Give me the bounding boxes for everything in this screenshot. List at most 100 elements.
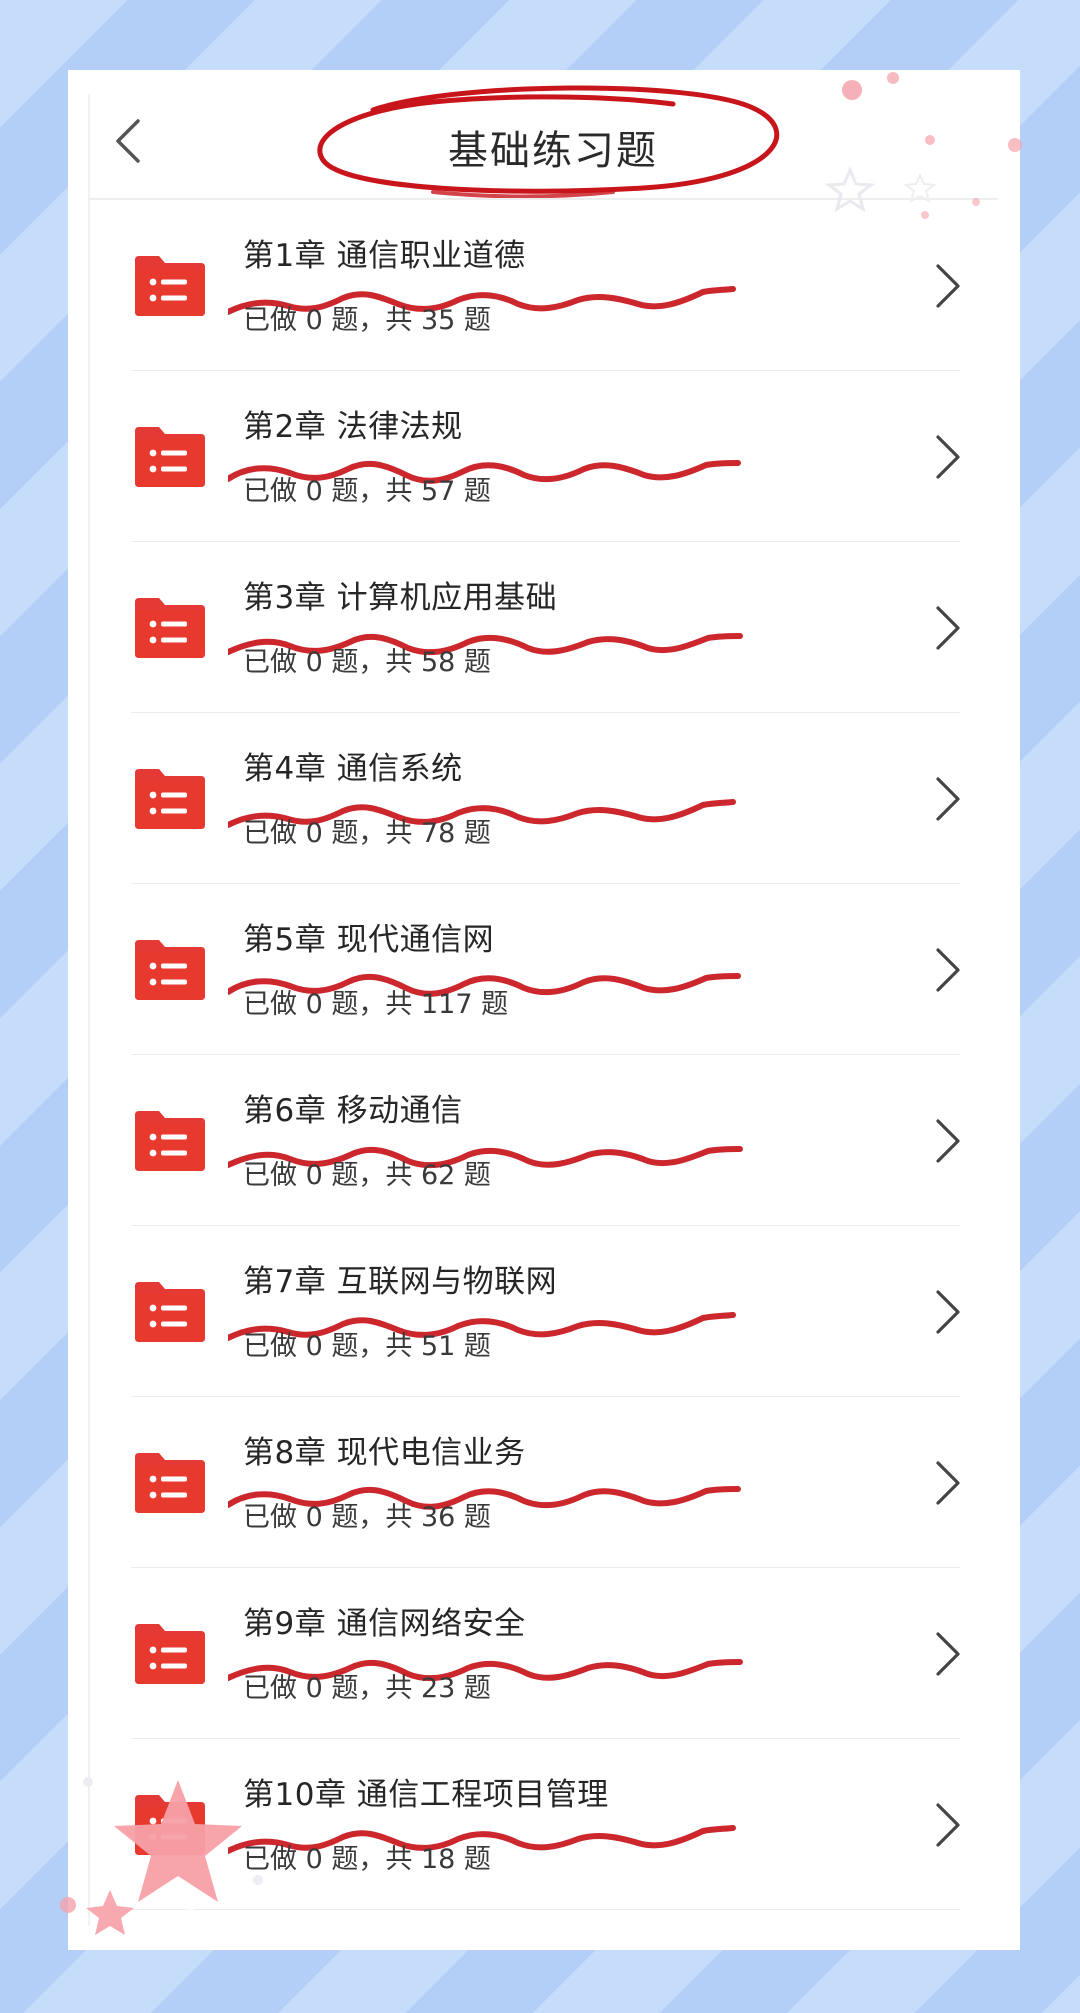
total-unit: 题 xyxy=(481,989,509,1020)
chevron-right-icon xyxy=(936,606,960,650)
chapter-row[interactable]: 第10章 通信工程项目管理 已做 0 题，共 18 题 xyxy=(68,1739,1020,1910)
folder-list-icon xyxy=(135,1624,205,1684)
chapter-row[interactable]: 第3章 计算机应用基础 已做 0 题，共 58 题 xyxy=(68,542,1020,713)
total-count: 36 xyxy=(420,1502,456,1533)
done-prefix: 已做 xyxy=(243,1502,297,1533)
chapter-progress: 已做 0 题，共 36 题 xyxy=(243,1495,491,1534)
total-unit: 题 xyxy=(463,1331,491,1362)
folder-list-icon xyxy=(135,1795,205,1855)
total-unit: 题 xyxy=(463,647,491,678)
done-count: 0 xyxy=(305,476,323,507)
done-prefix: 已做 xyxy=(243,1160,297,1191)
done-count: 0 xyxy=(305,818,323,849)
chevron-left-icon xyxy=(116,119,140,163)
total-unit: 题 xyxy=(463,1844,491,1875)
done-prefix: 已做 xyxy=(243,305,297,336)
done-count: 0 xyxy=(305,647,323,678)
done-unit: 题， xyxy=(331,305,386,336)
folder-list-icon xyxy=(135,940,205,1000)
total-count: 57 xyxy=(420,476,456,507)
folder-list-icon xyxy=(135,427,205,487)
folder-list-icon xyxy=(135,598,205,658)
chapter-progress: 已做 0 题，共 117 题 xyxy=(243,982,508,1021)
back-button[interactable] xyxy=(108,115,152,167)
row-divider xyxy=(131,1909,960,1910)
page-title: 基础练习题 xyxy=(448,128,658,174)
chapter-row[interactable]: 第2章 法律法规 已做 0 题，共 57 题 xyxy=(68,371,1020,542)
chevron-right-icon xyxy=(936,1803,960,1847)
done-count: 0 xyxy=(305,1844,323,1875)
total-unit: 题 xyxy=(463,1160,491,1191)
chapter-row[interactable]: 第4章 通信系统 已做 0 题，共 78 题 xyxy=(68,713,1020,884)
title-area: 基础练习题 xyxy=(313,80,793,200)
chapter-progress: 已做 0 题，共 62 题 xyxy=(243,1153,491,1192)
chevron-right-icon xyxy=(936,1632,960,1676)
total-count: 18 xyxy=(420,1844,456,1875)
chevron-right-icon xyxy=(936,948,960,992)
total-prefix: 共 xyxy=(385,647,413,678)
total-count: 58 xyxy=(420,647,456,678)
total-count: 51 xyxy=(420,1331,456,1362)
total-count: 117 xyxy=(420,989,473,1020)
done-unit: 题， xyxy=(331,1160,386,1191)
folder-list-icon xyxy=(135,1111,205,1171)
total-count: 62 xyxy=(420,1160,456,1191)
chapter-title: 第10章 通信工程项目管理 xyxy=(243,1777,609,1813)
chapter-title: 第7章 互联网与物联网 xyxy=(243,1264,558,1300)
chevron-right-icon xyxy=(936,777,960,821)
done-unit: 题， xyxy=(331,989,386,1020)
chapter-progress: 已做 0 题，共 18 题 xyxy=(243,1837,491,1876)
chevron-right-icon xyxy=(936,1119,960,1163)
done-count: 0 xyxy=(305,989,323,1020)
total-unit: 题 xyxy=(463,1502,491,1533)
total-unit: 题 xyxy=(463,1673,491,1704)
total-prefix: 共 xyxy=(385,818,413,849)
chevron-right-icon xyxy=(936,1290,960,1334)
chapter-title: 第9章 通信网络安全 xyxy=(243,1606,526,1642)
total-count: 35 xyxy=(420,305,456,336)
folder-list-icon xyxy=(135,256,205,316)
done-unit: 题， xyxy=(331,1673,386,1704)
total-prefix: 共 xyxy=(385,989,413,1020)
done-unit: 题， xyxy=(331,1502,386,1533)
chapter-row[interactable]: 第7章 互联网与物联网 已做 0 题，共 51 题 xyxy=(68,1226,1020,1397)
total-unit: 题 xyxy=(463,476,491,507)
chevron-right-icon xyxy=(936,1461,960,1505)
chevron-right-icon xyxy=(936,435,960,479)
done-unit: 题， xyxy=(331,1844,386,1875)
chapter-title: 第2章 法律法规 xyxy=(243,409,463,445)
total-prefix: 共 xyxy=(385,1673,413,1704)
done-prefix: 已做 xyxy=(243,647,297,678)
folder-list-icon xyxy=(135,1453,205,1513)
done-count: 0 xyxy=(305,1331,323,1362)
chapter-title: 第8章 现代电信业务 xyxy=(243,1435,526,1471)
total-unit: 题 xyxy=(463,818,491,849)
folder-list-icon xyxy=(135,769,205,829)
chapter-row[interactable]: 第9章 通信网络安全 已做 0 题，共 23 题 xyxy=(68,1568,1020,1739)
chapter-progress: 已做 0 题，共 57 题 xyxy=(243,469,491,508)
total-prefix: 共 xyxy=(385,1331,413,1362)
done-unit: 题， xyxy=(331,647,386,678)
done-prefix: 已做 xyxy=(243,989,297,1020)
chapter-title: 第4章 通信系统 xyxy=(243,751,463,787)
total-count: 78 xyxy=(420,818,456,849)
chevron-right-icon xyxy=(936,264,960,308)
total-unit: 题 xyxy=(463,305,491,336)
chapter-row[interactable]: 第8章 现代电信业务 已做 0 题，共 36 题 xyxy=(68,1397,1020,1568)
chapter-row[interactable]: 第6章 移动通信 已做 0 题，共 62 题 xyxy=(68,1055,1020,1226)
chapter-list: 第1章 通信职业道德 已做 0 题，共 35 题 第2章 法律法规 已做 0 题… xyxy=(68,200,1020,1910)
total-prefix: 共 xyxy=(385,476,413,507)
done-unit: 题， xyxy=(331,476,386,507)
chapter-progress: 已做 0 题，共 51 题 xyxy=(243,1324,491,1363)
chapter-row[interactable]: 第1章 通信职业道德 已做 0 题，共 35 题 xyxy=(68,200,1020,371)
done-prefix: 已做 xyxy=(243,1331,297,1362)
total-prefix: 共 xyxy=(385,305,413,336)
chapter-progress: 已做 0 题，共 23 题 xyxy=(243,1666,491,1705)
done-unit: 题， xyxy=(331,1331,386,1362)
chapter-progress: 已做 0 题，共 58 题 xyxy=(243,640,491,679)
done-prefix: 已做 xyxy=(243,1673,297,1704)
header-bar: 基础练习题 xyxy=(68,70,1020,200)
chapter-row[interactable]: 第5章 现代通信网 已做 0 题，共 117 题 xyxy=(68,884,1020,1055)
done-prefix: 已做 xyxy=(243,818,297,849)
chapter-title: 第5章 现代通信网 xyxy=(243,922,495,958)
